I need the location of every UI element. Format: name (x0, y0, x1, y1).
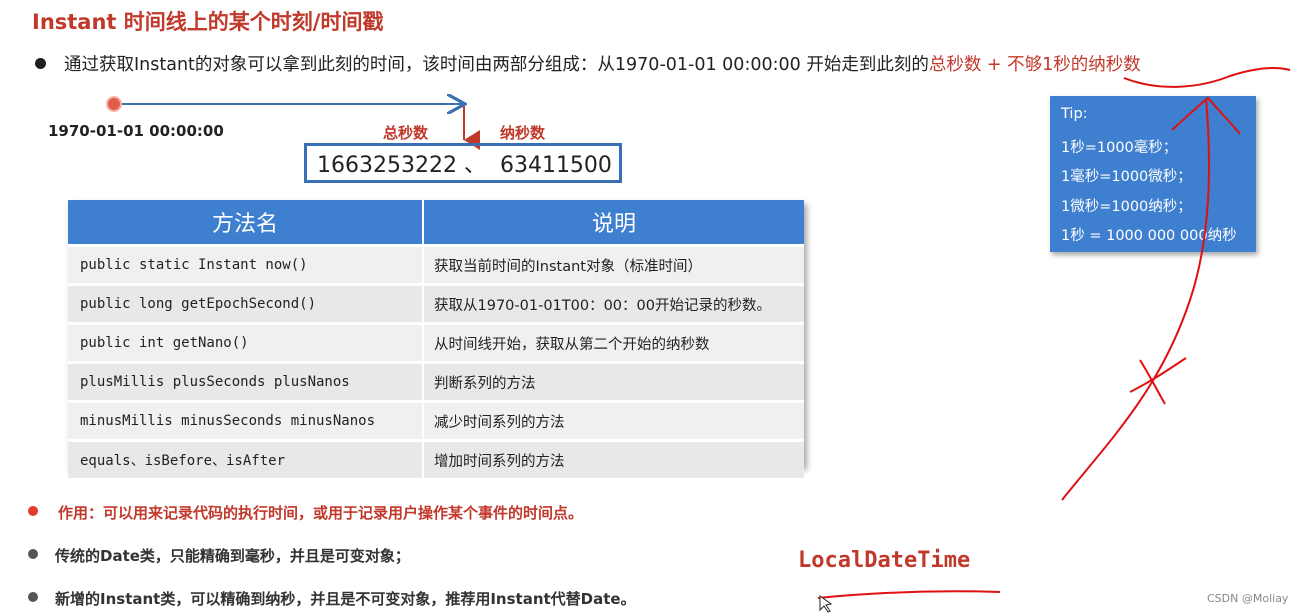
localdatetime-annotation: LocalDateTime (798, 548, 971, 573)
seconds-label: 总秒数 (383, 124, 429, 142)
method-cell: public int getNano() (68, 322, 424, 363)
tip-box: Tip: 1秒=1000毫秒； 1毫秒=1000微秒； 1微秒=1000纳秒； … (1050, 96, 1256, 252)
description-cell: 增加时间系列的方法 (423, 439, 804, 478)
watermark: CSDN @Moliay (1207, 592, 1289, 605)
nanos-label: 纳秒数 (500, 124, 546, 142)
bullet-dot-icon (28, 592, 38, 602)
instant-value-box: 1663253222 、 63411500 (304, 143, 622, 183)
description-cell: 获取从1970-01-01T00：00：00开始记录的秒数。 (423, 283, 804, 324)
method-cell: public static Instant now() (68, 244, 424, 285)
tip-line: 1秒 = 1000 000 000纳秒 (1061, 228, 1237, 244)
table-row: equals、isBefore、isAfter 增加时间系列的方法 (68, 439, 804, 478)
tip-line: 1微秒=1000纳秒； (1061, 198, 1192, 215)
methods-table: 方法名 说明 public static Instant now() 获取当前时… (68, 200, 804, 478)
epoch-point-icon (106, 96, 122, 112)
tip-line: 1秒=1000毫秒； (1061, 139, 1178, 156)
method-cell: equals、isBefore、isAfter (68, 439, 424, 478)
epoch-label: 1970-01-01 00:00:00 (48, 122, 224, 140)
table-row: public static Instant now() 获取当前时间的Insta… (68, 244, 804, 285)
method-cell: minusMillis minusSeconds minusNanos (68, 400, 424, 441)
description-cell: 获取当前时间的Instant对象（标准时间） (423, 244, 804, 285)
bullet-instant-class: 新增的Instant类，可以精确到纳秒，并且是不可变对象，推荐用Instant代… (55, 590, 636, 608)
column-header-description: 说明 (423, 200, 804, 246)
table-header-row: 方法名 说明 (68, 200, 804, 246)
method-cell: plusMillis plusSeconds plusNanos (68, 361, 424, 402)
bullet-dot-icon (28, 549, 38, 559)
description-cell: 判断系列的方法 (423, 361, 804, 402)
tip-heading: Tip: (1061, 106, 1088, 122)
table-row: public int getNano() 从时间线开始，获取从第二个开始的纳秒数 (68, 322, 804, 363)
column-header-method: 方法名 (68, 200, 424, 246)
description-cell: 从时间线开始，获取从第二个开始的纳秒数 (423, 322, 804, 363)
table-row: public long getEpochSecond() 获取从1970-01-… (68, 283, 804, 324)
tip-line: 1毫秒=1000微秒； (1061, 169, 1192, 185)
instant-value: 1663253222 、 63411500 (317, 153, 612, 178)
method-cell: public long getEpochSecond() (68, 283, 424, 324)
table-row: minusMillis minusSeconds minusNanos 减少时间… (68, 400, 804, 441)
description-cell: 减少时间系列的方法 (423, 400, 804, 441)
bullet-date-class: 传统的Date类，只能精确到毫秒，并且是可变对象； (55, 547, 410, 565)
bullet-usage: 作用：可以用来记录代码的执行时间，或用于记录用户操作某个事件的时间点。 (58, 504, 584, 522)
bullet-dot-icon (28, 506, 38, 516)
table-row: plusMillis plusSeconds plusNanos 判断系列的方法 (68, 361, 804, 402)
